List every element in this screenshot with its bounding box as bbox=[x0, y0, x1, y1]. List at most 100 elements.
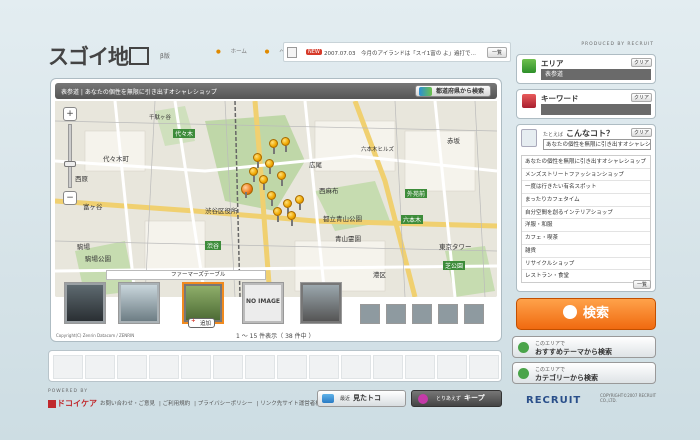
list-item[interactable]: 一度は行きたい有名スポット bbox=[522, 181, 650, 195]
theme-sub-label: このエリアで bbox=[535, 341, 566, 347]
keyword-input[interactable] bbox=[541, 104, 651, 115]
shop-pin[interactable] bbox=[281, 137, 290, 152]
recently-seen-icon bbox=[322, 394, 334, 403]
keyword-clear-button[interactable]: クリア bbox=[630, 93, 652, 102]
list-item[interactable]: レストラン・食堂 bbox=[522, 270, 650, 282]
category-search-button[interactable]: このエリアで カテゴリーから検索 bbox=[512, 362, 656, 384]
zoom-slider-handle[interactable] bbox=[64, 161, 76, 167]
area-value[interactable]: 表参道 bbox=[541, 69, 651, 80]
shop-pin[interactable] bbox=[267, 191, 276, 206]
list-item[interactable]: まったりカフェタイム bbox=[522, 194, 650, 207]
list-item[interactable]: 雑貨 bbox=[522, 245, 650, 258]
thumbnail[interactable] bbox=[438, 304, 458, 324]
shop-pin[interactable] bbox=[273, 207, 282, 222]
footer-link[interactable]: プライバシーポリシー bbox=[198, 401, 253, 407]
thumbnail[interactable] bbox=[300, 282, 342, 324]
zoom-in-button[interactable]: + bbox=[63, 107, 77, 121]
suggestion-selected[interactable]: あなたの個性を無限に引き出すオシャレショップ bbox=[543, 139, 651, 150]
theme-label: おすすめテーマから検索 bbox=[535, 348, 612, 356]
footer-link[interactable]: ご利用規約 bbox=[163, 401, 191, 407]
footer-links: お問い合わせ・ご意見 | ご利用規約 | プライバシーポリシー | リンク先サイト運営… bbox=[100, 401, 327, 407]
history-slot[interactable] bbox=[213, 355, 243, 379]
history-slot[interactable] bbox=[117, 355, 147, 379]
zoom-control: + − bbox=[63, 107, 77, 211]
news-text[interactable]: 2007.07.03 今月のアイランドは「スイ1富の よ」遍打で… bbox=[324, 49, 476, 57]
map-label: 千駄ヶ谷 bbox=[149, 115, 172, 121]
history-slot[interactable] bbox=[53, 355, 83, 379]
history-slot[interactable] bbox=[405, 355, 435, 379]
history-slot[interactable] bbox=[437, 355, 467, 379]
history-slot[interactable] bbox=[469, 355, 499, 379]
search-button[interactable]: 検索 bbox=[516, 298, 656, 330]
history-slot[interactable] bbox=[85, 355, 115, 379]
map-label: 港区 bbox=[373, 271, 386, 279]
shop-pin[interactable] bbox=[265, 159, 274, 174]
thumbnail[interactable] bbox=[118, 282, 160, 324]
shop-pin[interactable] bbox=[295, 195, 304, 210]
thumbnail[interactable] bbox=[64, 282, 106, 324]
thumbnail[interactable]: NO IMAGE bbox=[242, 282, 284, 324]
shop-pin[interactable] bbox=[283, 199, 292, 214]
suggestion-more-button[interactable]: 一覧 bbox=[632, 280, 651, 289]
docomo-icon bbox=[48, 399, 56, 408]
area-label: エリア bbox=[541, 59, 564, 68]
prefecture-search-button[interactable]: 都道府県から検索 bbox=[414, 85, 491, 97]
map-label: 西麻布 bbox=[319, 187, 339, 195]
map-label: 赤坂 bbox=[447, 137, 460, 145]
map-copyright: Copyright(C) Zenrin Datacom / ZENRIN bbox=[56, 333, 135, 338]
map-label: 広尾 bbox=[309, 161, 322, 169]
footer-link[interactable]: お問い合わせ・ご意見 bbox=[100, 401, 155, 407]
shop-pin[interactable] bbox=[259, 175, 268, 190]
shop-pin[interactable] bbox=[277, 171, 286, 186]
list-item[interactable]: カフェ・喫茶 bbox=[522, 232, 650, 245]
theme-search-button[interactable]: このエリアで おすすめテーマから検索 bbox=[512, 336, 656, 358]
map-label: 駒場 bbox=[77, 243, 90, 251]
beta-label: β版 bbox=[160, 53, 170, 60]
map-tooltip: ファーマーズテーブル bbox=[106, 270, 266, 280]
home-icon: ● bbox=[216, 49, 221, 55]
thumbnail[interactable] bbox=[412, 304, 432, 324]
map-label: 富ヶ谷 bbox=[83, 203, 103, 211]
area-clear-button[interactable]: クリア bbox=[630, 58, 652, 67]
recently-seen-button[interactable]: 最近 見たトコ bbox=[317, 390, 406, 407]
history-slot[interactable] bbox=[245, 355, 275, 379]
list-item[interactable]: あなたの個性を無限に引き出すオシャレショップ bbox=[522, 156, 650, 169]
news-list-button[interactable]: 一覧 bbox=[487, 47, 507, 58]
thumbnail[interactable] bbox=[464, 304, 484, 324]
shop-pin[interactable] bbox=[249, 167, 258, 182]
zoom-out-button[interactable]: − bbox=[63, 191, 77, 205]
suggestion-clear-button[interactable]: クリア bbox=[630, 128, 652, 137]
produced-by: PRODUCED BY RECRUIT bbox=[581, 42, 654, 47]
add-button[interactable]: 追加 bbox=[188, 318, 216, 328]
history-slot[interactable] bbox=[341, 355, 371, 379]
shop-pin[interactable] bbox=[287, 211, 296, 226]
suggestion-icon bbox=[521, 129, 537, 147]
map-canvas[interactable]: 代々木 代々木町 西原 富ヶ谷 駒場 駒場公園 渋谷区役所 渋谷 都立青山公園 … bbox=[55, 101, 497, 297]
list-item[interactable]: 自分空間を創るインテリアショップ bbox=[522, 207, 650, 220]
history-slot[interactable] bbox=[149, 355, 179, 379]
map-label: 青山霊園 bbox=[335, 235, 361, 243]
history-slot[interactable] bbox=[309, 355, 339, 379]
thumbnail[interactable] bbox=[386, 304, 406, 324]
history-slot[interactable] bbox=[181, 355, 211, 379]
recruit-logo: RECRUIT bbox=[526, 395, 582, 406]
thumbnail-strip: NO IMAGE bbox=[54, 282, 498, 328]
zoom-slider[interactable] bbox=[64, 124, 76, 188]
keep-button[interactable]: とりあえず キープ bbox=[411, 390, 502, 407]
list-item[interactable]: 洋服・和服 bbox=[522, 219, 650, 233]
map-title: 表参道 | あなたの個性を無限に引き出すオシャレショップ bbox=[61, 89, 217, 96]
keyword-panel: キーワード クリア bbox=[516, 89, 656, 119]
history-slot[interactable] bbox=[277, 355, 307, 379]
category-icon bbox=[518, 368, 529, 379]
search-icon bbox=[562, 304, 577, 319]
thumbnail[interactable] bbox=[360, 304, 380, 324]
list-item[interactable]: リサイクルショップ bbox=[522, 258, 650, 271]
shop-pin[interactable] bbox=[253, 153, 262, 168]
shop-pin[interactable] bbox=[269, 139, 278, 154]
shop-pin-selected[interactable] bbox=[241, 183, 253, 198]
logo[interactable]: スゴイ地 bbox=[48, 41, 149, 71]
home-link[interactable]: ● ホーム bbox=[216, 49, 255, 55]
history-slot[interactable] bbox=[373, 355, 403, 379]
list-item[interactable]: メンズストリートファッションショップ bbox=[522, 169, 650, 182]
keyword-label: キーワード bbox=[541, 94, 579, 103]
